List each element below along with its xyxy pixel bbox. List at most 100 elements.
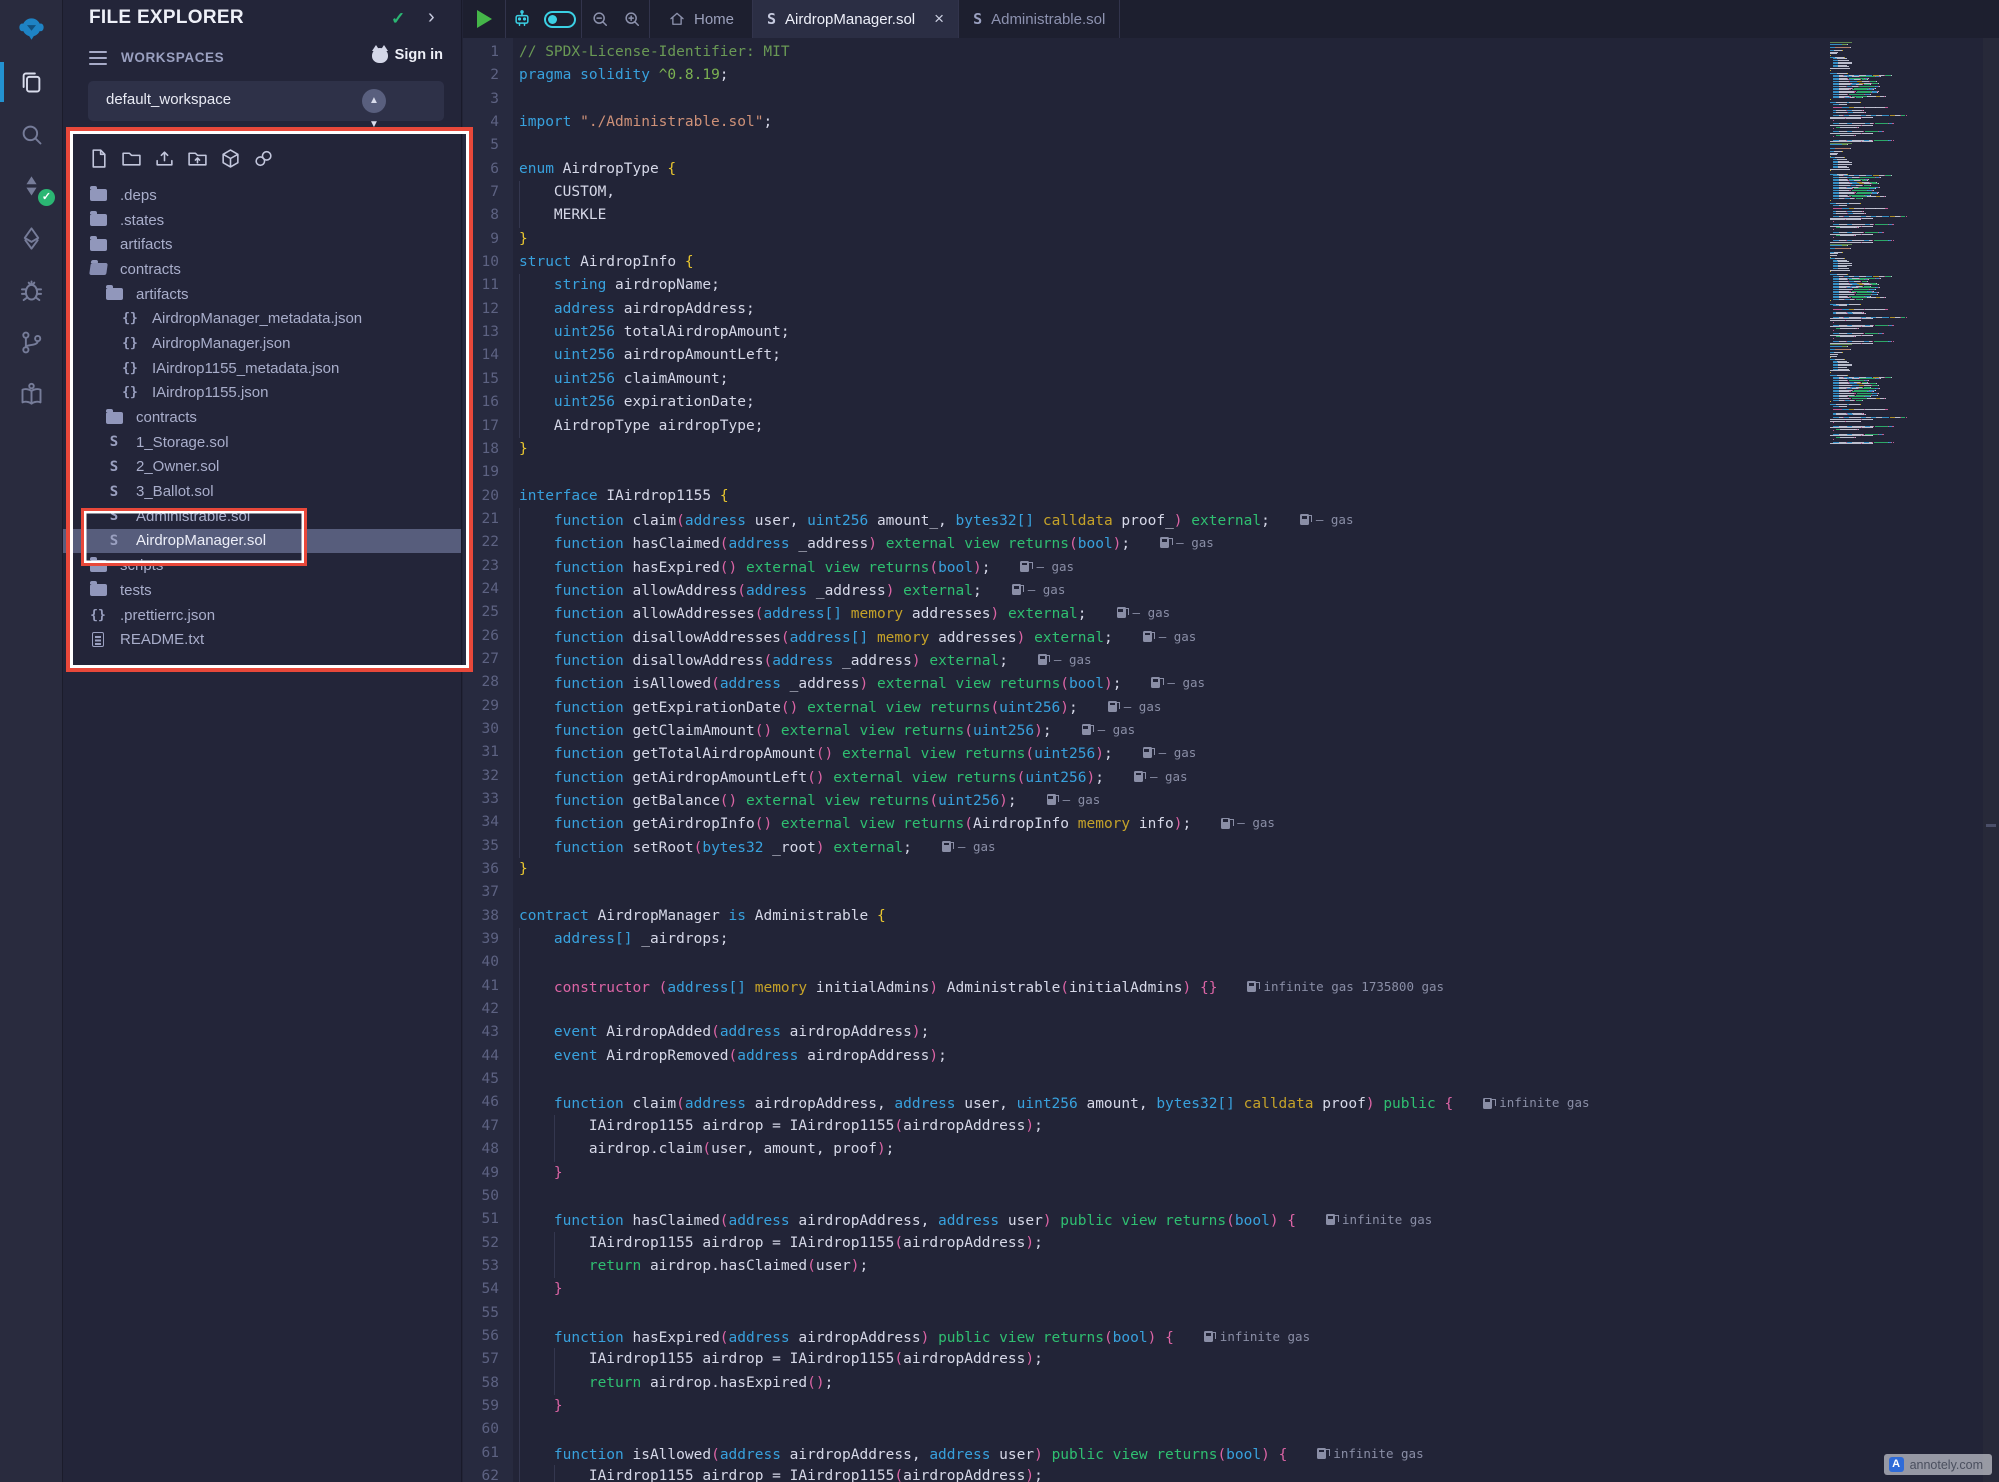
tree-item-2-owner-sol[interactable]: S2_Owner.sol [63, 455, 461, 480]
gas-estimate-badge: infinite gas [1483, 1091, 1589, 1114]
line-number: 9 [463, 228, 499, 251]
file-icon [88, 632, 108, 647]
workspaces-menu-icon[interactable] [89, 51, 107, 65]
line-number: 22 [463, 531, 499, 554]
line-number: 7 [463, 181, 499, 204]
tab-airdropmanager[interactable]: S AirdropManager.sol × [753, 0, 959, 38]
close-tab-icon[interactable]: × [934, 9, 944, 29]
solidity-file-icon: S [104, 508, 124, 524]
tree-item-contracts[interactable]: contracts [63, 257, 461, 282]
line-number: 3 [463, 88, 499, 111]
upload-file-icon[interactable] [154, 148, 175, 169]
sidebar-item-git[interactable] [0, 316, 63, 368]
sidebar-item-search[interactable] [0, 108, 63, 160]
tab-home[interactable]: Home [650, 0, 753, 38]
tree-item-contracts[interactable]: contracts [63, 405, 461, 430]
tab-administrable[interactable]: S Administrable.sol [959, 0, 1120, 38]
tree-item-label: .states [120, 212, 164, 229]
workspace-dropdown-icon[interactable]: ▲▼ [362, 89, 386, 113]
tree-item-label: AirdropManager.sol [136, 532, 266, 549]
copilot-toggle[interactable] [544, 11, 576, 28]
tree-item-label: Administrable.sol [136, 508, 250, 525]
panel-check-icon: ✓ [391, 9, 405, 29]
code-line-53: 53 return airdrop.hasClaimed(user); [463, 1255, 1828, 1278]
code-line-12: 12 address airdropAddress; [463, 298, 1828, 321]
tree-item-1-storage-sol[interactable]: S1_Storage.sol [63, 430, 461, 455]
tree-item-airdropmanager-sol[interactable]: SAirdropManager.sol [63, 529, 461, 554]
tree-item--deps[interactable]: .deps [63, 183, 461, 208]
new-file-icon[interactable] [88, 148, 109, 169]
code-line-1: 1// SPDX-License-Identifier: MIT [463, 41, 1828, 64]
run-script-button[interactable] [463, 0, 506, 38]
gas-pump-icon [1151, 677, 1160, 688]
code-line-30: 30 function getClaimAmount() external vi… [463, 718, 1828, 741]
code-line-54: 54 } [463, 1278, 1828, 1301]
code-line-32: 32 function getAirdropAmountLeft() exter… [463, 765, 1828, 788]
code-line-15: 15 uint256 claimAmount; [463, 368, 1828, 391]
code-area[interactable]: 1// SPDX-License-Identifier: MIT2pragma … [463, 38, 1828, 1482]
gas-estimate-badge: infinite gas [1204, 1325, 1310, 1348]
line-number: 32 [463, 765, 499, 788]
code-line-33: 33 function getBalance() external view r… [463, 788, 1828, 811]
code-line-4: 4import "./Administrable.sol"; [463, 111, 1828, 134]
code-editor: 1// SPDX-License-Identifier: MIT2pragma … [463, 38, 1999, 1482]
gas-pump-icon [1160, 537, 1169, 548]
tree-item-readme-txt[interactable]: README.txt [63, 627, 461, 652]
line-number: 5 [463, 134, 499, 157]
tree-item-administrable-sol[interactable]: S Administrable.sol [63, 504, 461, 529]
code-line-29: 29 function getExpirationDate() external… [463, 695, 1828, 718]
tree-item-tests[interactable]: tests [63, 578, 461, 603]
code-line-25: 25 function allowAddresses(address[] mem… [463, 601, 1828, 624]
code-line-38: 38contract AirdropManager is Administrab… [463, 905, 1828, 928]
zoom-in-icon[interactable] [622, 9, 642, 29]
tree-item-label: README.txt [120, 631, 204, 648]
workspaces-row: WORKSPACES Sign in [63, 46, 461, 72]
gas-pump-icon [1326, 1214, 1335, 1225]
tree-item--prettierrc-json[interactable]: {}.prettierrc.json [63, 603, 461, 628]
tree-item-airdropmanager-json[interactable]: {}AirdropManager.json [63, 331, 461, 356]
sidebar-item-file-explorer[interactable] [0, 56, 63, 108]
tree-item-iairdrop1155-metadata-json[interactable]: {}IAirdrop1155_metadata.json [63, 356, 461, 381]
tree-item-airdropmanager-metadata-json[interactable]: {}AirdropManager_metadata.json [63, 306, 461, 331]
json-file-icon: {} [120, 385, 140, 400]
remix-logo[interactable] [0, 0, 63, 56]
sign-in-label: Sign in [395, 47, 443, 63]
line-number: 6 [463, 158, 499, 181]
tree-item--states[interactable]: .states [63, 208, 461, 233]
gas-pump-icon [942, 841, 951, 852]
code-line-39: 39 address[] _airdrops; [463, 928, 1828, 951]
sidebar-item-learneth[interactable] [0, 368, 63, 420]
sidebar-item-debugger[interactable] [0, 264, 63, 316]
new-folder-icon[interactable] [121, 148, 142, 169]
folder-icon [88, 214, 108, 226]
line-number: 20 [463, 485, 499, 508]
publish-gist-icon[interactable] [253, 148, 274, 169]
ai-robot-icon[interactable] [512, 9, 532, 29]
code-line-31: 31 function getTotalAirdropAmount() exte… [463, 741, 1828, 764]
minimap[interactable] [1828, 38, 1983, 458]
editor-scrollbar[interactable] [1983, 38, 1999, 1482]
tree-item-label: artifacts [120, 236, 173, 253]
code-line-44: 44 event AirdropRemoved(address airdropA… [463, 1045, 1828, 1068]
gas-estimate-badge: – gas [1143, 741, 1197, 764]
workspace-selector[interactable]: default_workspace ▲▼ [88, 81, 444, 121]
sign-in-button[interactable]: Sign in [372, 47, 443, 63]
line-number: 40 [463, 951, 499, 974]
sidebar-item-solidity-compiler[interactable]: ✓ [0, 160, 63, 212]
tree-item-artifacts[interactable]: artifacts [63, 232, 461, 257]
panel-expand-chevron-icon[interactable]: › [428, 6, 435, 29]
solidity-file-icon: S [767, 10, 776, 28]
gas-estimate-badge: infinite gas [1317, 1442, 1423, 1465]
sidebar-item-deploy-run[interactable] [0, 212, 63, 264]
line-number: 53 [463, 1255, 499, 1278]
publish-ipfs-icon[interactable] [220, 148, 241, 169]
book-icon [18, 381, 45, 408]
tree-item-3-ballot-sol[interactable]: S3_Ballot.sol [63, 479, 461, 504]
file-explorer-panel: FILE EXPLORER ✓ › WORKSPACES Sign in def… [63, 0, 462, 1482]
gas-estimate-badge: – gas [1160, 531, 1214, 554]
upload-folder-icon[interactable] [187, 148, 208, 169]
tree-item-scripts[interactable]: scripts [63, 553, 461, 578]
zoom-out-icon[interactable] [590, 9, 610, 29]
tree-item-iairdrop1155-json[interactable]: {}IAirdrop1155.json [63, 381, 461, 406]
tree-item-artifacts[interactable]: artifacts [63, 282, 461, 307]
